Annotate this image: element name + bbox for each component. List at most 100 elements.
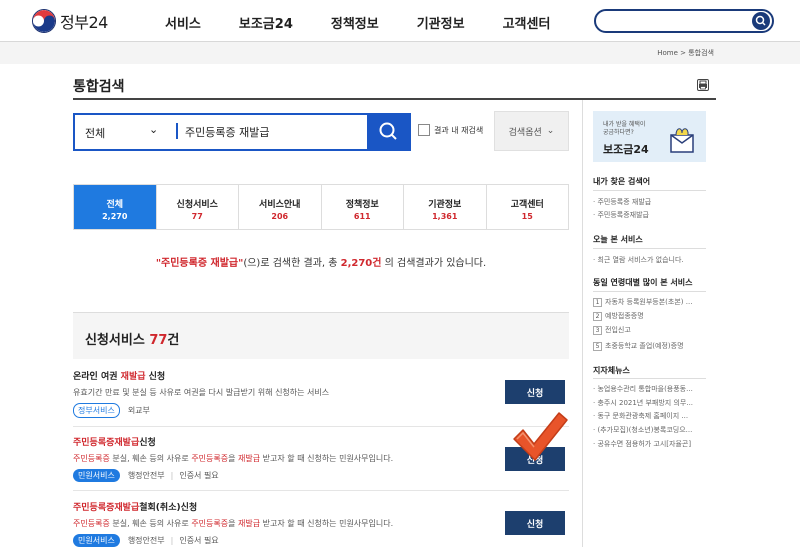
tab-service-guide[interactable]: 서비스안내 206 — [239, 185, 322, 229]
title-part: 신청 — [139, 438, 156, 448]
news-item[interactable]: · 농업용수관리 통합마을(용풍동... — [593, 384, 706, 394]
tab-label: 정책정보 — [345, 200, 379, 210]
search-in-result[interactable]: 결과 내 재검색 — [418, 124, 483, 136]
cert-required: 인증서 필요 — [179, 536, 219, 545]
tab-customer-center[interactable]: 고객센터 15 — [487, 185, 569, 229]
popular-item[interactable]: 3 전입신고 — [593, 325, 706, 335]
rank-badge: 1 — [593, 298, 602, 307]
popular-item[interactable]: 2 예방접종증명 — [593, 311, 706, 321]
news-item[interactable]: · 동구 문화관광축제 홈페이지 ... — [593, 411, 706, 421]
meta-separator: | — [170, 471, 174, 480]
apply-button[interactable]: 신청 — [505, 380, 565, 404]
header-search-button[interactable] — [752, 12, 770, 30]
result-meta: 정부서비스 외교부 — [73, 403, 569, 418]
result-item: 주민등록증재발급철회(취소)신청 주민등록증 분실, 훼손 등의 사유로 주민등… — [73, 500, 569, 547]
in-result-checkbox[interactable] — [418, 124, 430, 136]
tab-policy-info[interactable]: 정책정보 611 — [322, 185, 404, 229]
search-button[interactable] — [367, 113, 411, 151]
top-header: 정부24 서비스 보조금24 정책정보 기관정보 고객센터 — [0, 0, 800, 42]
page-title: 통합검색 — [73, 79, 125, 95]
text-cursor — [176, 123, 178, 139]
tab-label: 신청서비스 — [176, 200, 218, 210]
popular-item-text: 자동차 등록원부등본(초본) ... — [605, 298, 693, 306]
apply-button[interactable]: 신청 — [505, 511, 565, 535]
tab-label: 서비스안내 — [259, 200, 301, 210]
menu-customer[interactable]: 고객센터 — [503, 13, 551, 32]
section-title-text: 신청서비스 — [85, 333, 150, 348]
popular-item[interactable]: 1 자동차 등록원부등본(초본) ... — [593, 297, 706, 307]
result-item: 주민등록증재발급신청 주민등록증 분실, 훼손 등의 사유로 주민등록증을 재발… — [73, 435, 569, 482]
popular-item-text: 초중등학교 졸업(예정)증명 — [605, 342, 684, 350]
print-icon[interactable] — [697, 79, 709, 91]
desc-part: 을 — [228, 519, 239, 528]
divider — [73, 426, 569, 427]
sidebar-divider — [582, 100, 583, 547]
desc-highlight: 재발급 — [238, 454, 261, 463]
tab-count: 77 — [191, 212, 203, 221]
result-org: 외교부 — [127, 406, 150, 415]
result-title[interactable]: 주민등록증재발급철회(취소)신청 — [73, 500, 569, 513]
result-description: 주민등록증 분실, 훼손 등의 사유로 주민등록증을 재발급 받고자 할 때 신… — [73, 518, 569, 529]
tab-application-service[interactable]: 신청서비스 77 — [157, 185, 239, 229]
title-part: 온라인 여권 — [73, 372, 121, 382]
desc-part: 분실, 훼손 등의 사유로 — [109, 519, 192, 528]
section-unit: 건 — [167, 333, 180, 348]
recent-search-title: 내가 찾은 검색어 — [593, 177, 651, 186]
service-type-badge: 민원서비스 — [73, 534, 120, 547]
menu-service[interactable]: 서비스 — [165, 13, 201, 32]
search-options-button[interactable]: 검색옵션 ⌄ — [494, 111, 569, 151]
breadcrumb: Home > 통합검색 — [657, 48, 714, 58]
tab-all[interactable]: 전체 2,270 — [74, 185, 157, 229]
breadcrumb-home[interactable]: Home — [657, 49, 678, 57]
summary-text: (으)로 검색한 결과, 총 — [243, 258, 341, 269]
result-title[interactable]: 주민등록증재발급신청 — [73, 435, 569, 448]
menu-agency[interactable]: 기관정보 — [417, 13, 465, 32]
recent-search-item[interactable]: · 주민등록증재발급 — [593, 210, 706, 220]
title-highlight: 주민등록증재발급 — [73, 438, 140, 448]
desc-highlight: 주민등록증 — [73, 519, 110, 528]
result-description: 주민등록증 분실, 훼손 등의 사유로 주민등록증을 재발급 받고자 할 때 신… — [73, 453, 569, 464]
subsidy24-banner[interactable]: 내가 받을 혜택이 궁금하다면? 보조금24 — [593, 111, 706, 162]
title-part: 철회(취소)신청 — [139, 503, 198, 513]
desc-part: 을 — [228, 454, 239, 463]
chevron-down-icon: ⌄ — [546, 126, 555, 136]
result-item: 온라인 여권 재발급 신청 유효기간 만료 및 분실 등 사유로 여권을 다시 … — [73, 369, 569, 418]
summary-keyword: "주민등록증 재발급" — [155, 258, 244, 269]
menu-subsidy24[interactable]: 보조금24 — [239, 13, 293, 32]
local-news-title: 지자체뉴스 — [593, 366, 630, 375]
title-highlight: 재발급 — [120, 372, 146, 382]
search-query-input[interactable]: 주민등록증 재발급 — [185, 124, 269, 140]
result-meta: 민원서비스 행정안전부 | 인증서 필요 — [73, 534, 569, 547]
menu-policy[interactable]: 정책정보 — [331, 13, 379, 32]
summary-tail: 의 검색결과가 있습니다. — [381, 258, 487, 269]
today-viewed-title: 오늘 본 서비스 — [593, 235, 643, 244]
banner-text: 내가 받을 혜택이 궁금하다면? — [603, 121, 645, 137]
popular-item[interactable]: 5 초중등학교 졸업(예정)증명 — [593, 341, 706, 351]
search-icon — [379, 122, 397, 140]
news-item[interactable]: · 충주시 2021년 부패방지 의무... — [593, 398, 706, 408]
result-category-tabs: 전체 2,270 신청서비스 77 서비스안내 206 정책정보 611 기관정… — [73, 184, 569, 230]
result-description: 유효기간 만료 및 분실 등 사유로 여권을 다시 발급받기 위해 신청하는 서… — [73, 388, 330, 397]
chevron-down-icon[interactable]: ⌄ — [149, 123, 158, 136]
section-count: 77 — [149, 333, 168, 348]
recent-search-item[interactable]: · 주민등록증 재발급 — [593, 197, 706, 207]
summary-count: 2,270건 — [340, 258, 382, 269]
desc-highlight: 주민등록증 — [191, 519, 229, 528]
result-meta: 민원서비스 행정안전부 | 인증서 필요 — [73, 469, 569, 482]
result-org: 행정안전부 — [127, 536, 165, 545]
rank-badge: 5 — [593, 342, 602, 351]
news-item[interactable]: · 공유수면 점용허가 고시[자율곤] — [593, 439, 706, 449]
divider — [593, 248, 706, 249]
section-title: 신청서비스 77건 — [85, 329, 179, 348]
result-org: 행정안전부 — [127, 471, 165, 480]
news-item[interactable]: · (추가모집)(청소년)봉록코딩으... — [593, 425, 706, 435]
tab-agency-info[interactable]: 기관정보 1,361 — [404, 185, 487, 229]
tab-count: 611 — [353, 212, 371, 221]
gov24-logo[interactable]: 정부24 — [32, 9, 108, 33]
service-type-badge: 정부서비스 — [73, 403, 120, 418]
header-search-input[interactable] — [604, 11, 754, 32]
tab-label: 고객센터 — [510, 200, 544, 210]
title-highlight: 주민등록증재발급 — [73, 503, 140, 513]
search-scope-select[interactable]: 전체 — [85, 125, 105, 141]
result-title[interactable]: 온라인 여권 재발급 신청 — [73, 369, 569, 382]
